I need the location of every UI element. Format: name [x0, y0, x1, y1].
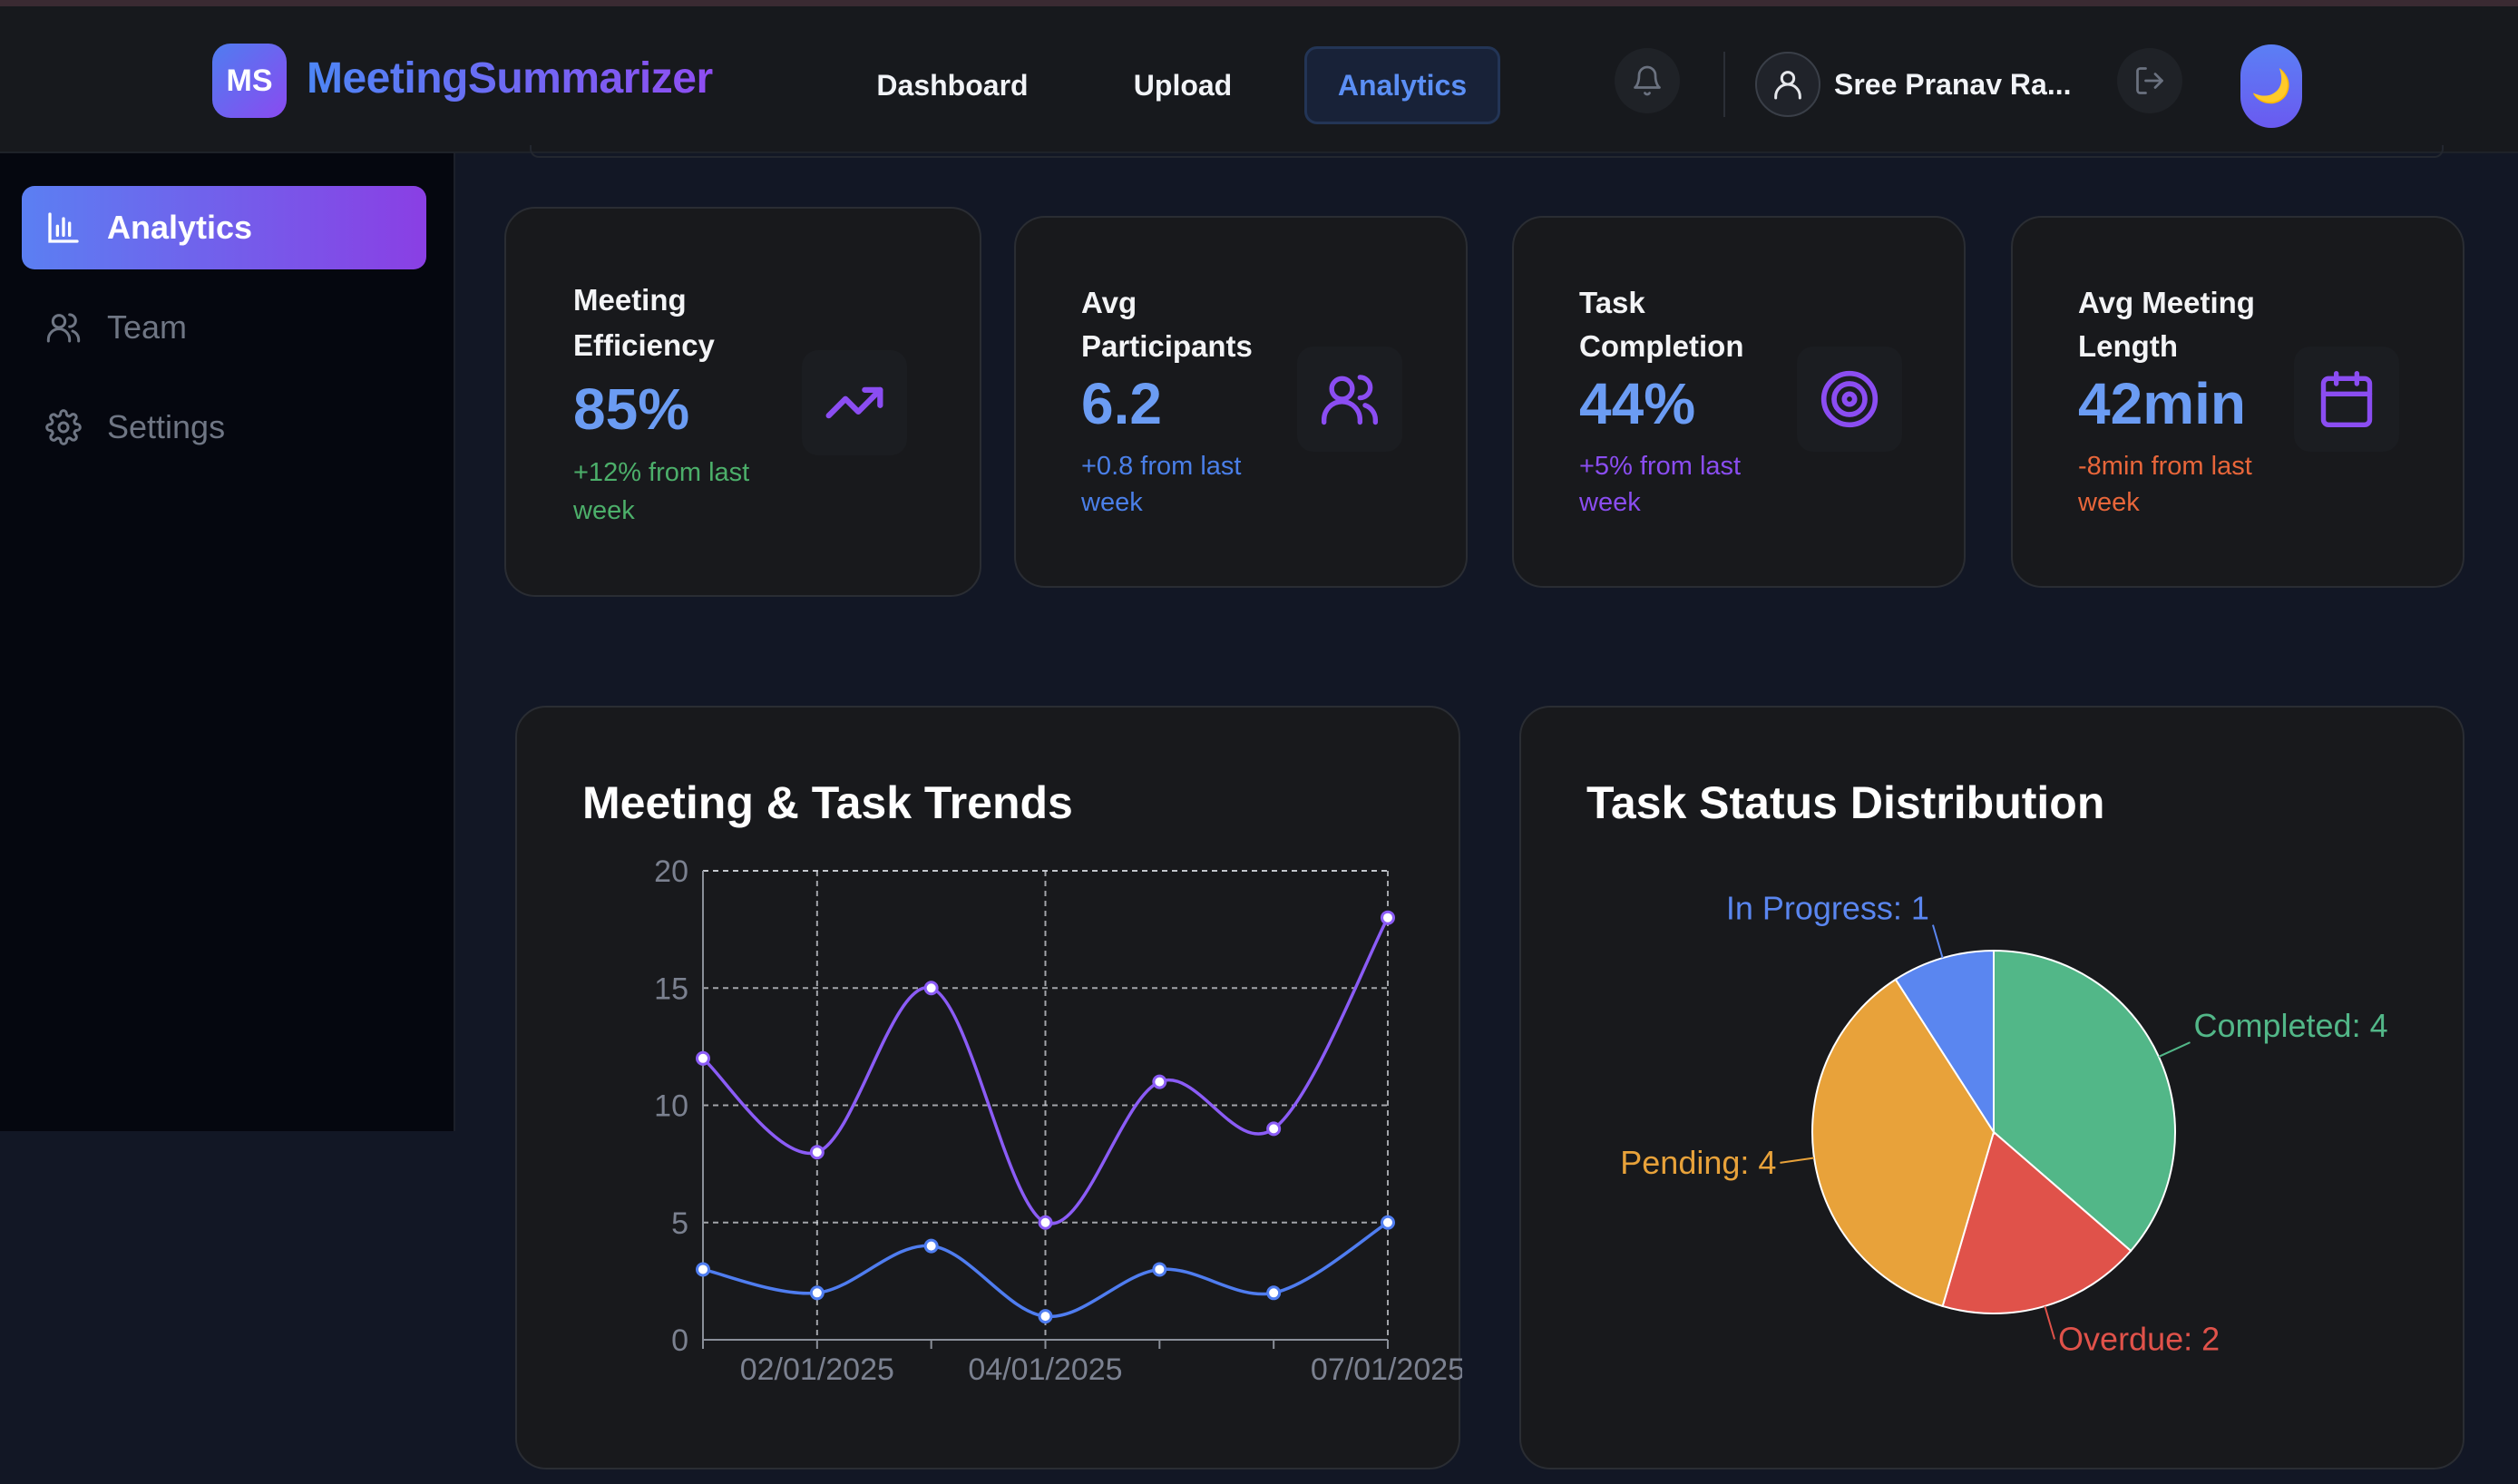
data-point — [923, 981, 939, 996]
data-point — [1038, 1309, 1053, 1324]
trends-line-chart[interactable]: 0 5 10 15 20 02/01/2025 04/01/2025 07/01/2025 — [517, 708, 1462, 1471]
stat-value: 6.2 — [1081, 371, 1162, 436]
stat-icon-box — [1297, 347, 1402, 452]
sidebar-item-settings[interactable]: Settings — [22, 386, 426, 469]
data-point — [1381, 910, 1395, 925]
navbar-divider — [1723, 52, 1725, 117]
stat-title: Meeting Efficiency — [573, 283, 715, 362]
data-point — [1152, 1074, 1167, 1089]
x-tick-label: 02/01/2025 — [740, 1352, 894, 1387]
y-tick-label: 10 — [654, 1089, 688, 1124]
stat-title: Task Completion — [1579, 286, 1744, 363]
notifications-button[interactable] — [1615, 48, 1680, 113]
trends-panel: Meeting & Task Trends 0 5 10 15 20 02/01/2025… — [515, 706, 1462, 1471]
stat-title: Avg Meeting Length — [2078, 286, 2255, 363]
sidebar-item-analytics[interactable]: Analytics — [22, 186, 426, 269]
logo-badge[interactable]: MS — [212, 44, 287, 118]
data-point — [1266, 1121, 1282, 1137]
bar-chart-icon — [48, 212, 79, 243]
pie-label: Overdue: 2 — [2058, 1320, 2220, 1357]
pie-label-leader — [2158, 1041, 2191, 1058]
stat-card-participants: Avg Participants 6.2 +0.8 from last week — [1014, 216, 1468, 588]
stat-value: 42min — [2078, 371, 2246, 436]
y-tick-label: 15 — [654, 971, 688, 1006]
users-icon — [46, 313, 81, 343]
pie-label: Completed: 4 — [2193, 1007, 2387, 1044]
pie-label: In Progress: 1 — [1726, 890, 1929, 927]
stat-card-meeting-length: Avg Meeting Length 42min -8min from last w… — [2011, 216, 2464, 588]
nav-dashboard[interactable]: Dashboard — [853, 46, 1052, 124]
sidebar: Analytics Team Settings — [0, 153, 455, 1131]
user-avatar[interactable] — [1755, 52, 1820, 117]
stat-value: 44% — [1579, 371, 1696, 436]
data-point — [1381, 1215, 1395, 1230]
pie-label-leader — [1780, 1157, 1815, 1164]
sidebar-item-label: Analytics — [107, 209, 253, 246]
y-tick-label: 5 — [671, 1206, 688, 1241]
stat-icon-box — [1797, 347, 1902, 452]
trending-up-icon — [825, 386, 883, 419]
logout-button[interactable] — [2117, 48, 2182, 113]
pie-label: Pending: 4 — [1620, 1144, 1776, 1181]
status-panel: Task Status Distribution Completed: 4 Ove… — [1519, 706, 2464, 1469]
nav-upload[interactable]: Upload — [1103, 46, 1263, 124]
bell-icon — [1634, 65, 1661, 96]
pie-label-leader — [2044, 1305, 2056, 1340]
sidebar-item-label: Settings — [107, 408, 226, 445]
data-point — [809, 1145, 825, 1160]
stat-change: +12% from last week — [573, 458, 750, 525]
stat-icon-box — [2294, 347, 2399, 452]
x-tick-label: 07/01/2025 — [1311, 1352, 1462, 1387]
top-navbar: MS MeetingSummarizer Dashboard Upload An… — [0, 6, 2518, 153]
stat-icon-box — [802, 350, 907, 455]
scrolled-section-edge — [530, 145, 2444, 158]
theme-toggle-button[interactable]: 🌙 — [2240, 44, 2302, 128]
y-tick-label: 20 — [654, 854, 688, 889]
stat-card-efficiency: Meeting Efficiency 85% +12% from last week — [504, 207, 981, 597]
x-tick-label: 04/01/2025 — [968, 1352, 1122, 1387]
nav-analytics[interactable]: Analytics — [1304, 46, 1500, 124]
y-tick-label: 0 — [671, 1323, 688, 1358]
user-name[interactable]: Sree Pranav Ra... — [1834, 68, 2071, 102]
data-point — [696, 1050, 710, 1066]
stat-change: -8min from last week — [2078, 452, 2252, 517]
sidebar-item-label: Team — [107, 308, 188, 346]
data-point — [1038, 1215, 1053, 1230]
data-point — [1152, 1262, 1167, 1277]
user-icon — [1774, 71, 1801, 100]
pie-label-leader — [1931, 924, 1944, 959]
brand-name[interactable]: MeetingSummarizer — [307, 54, 713, 103]
stat-card-task-completion: Task Completion 44% +5% from last week — [1512, 216, 1966, 588]
users-icon — [1321, 375, 1379, 425]
stat-value: 85% — [573, 376, 690, 442]
stat-change: +0.8 from last week — [1081, 452, 1242, 517]
moon-icon: 🌙 — [2250, 67, 2292, 104]
data-point — [809, 1285, 825, 1301]
gear-icon — [45, 409, 82, 445]
logout-icon — [2136, 67, 2163, 94]
status-pie-chart[interactable]: Completed: 4 Overdue: 2 Pending: 4 In Progr… — [1521, 708, 2466, 1471]
calendar-icon — [2320, 370, 2373, 428]
stat-title: Avg Participants — [1081, 286, 1253, 363]
data-point — [923, 1238, 939, 1254]
target-icon — [1820, 370, 1879, 428]
data-point — [1266, 1285, 1282, 1301]
window-top-strip — [0, 0, 2518, 6]
sidebar-item-team[interactable]: Team — [22, 286, 426, 369]
stat-change: +5% from last week — [1579, 452, 1742, 517]
data-point — [696, 1262, 710, 1277]
